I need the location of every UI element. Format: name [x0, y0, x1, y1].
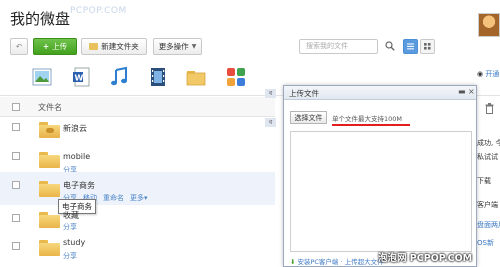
file-name[interactable]: 收藏 [63, 210, 79, 221]
more-actions-label: 更多操作 [158, 42, 189, 51]
apps-category-icon[interactable] [225, 66, 247, 88]
select-all-checkbox[interactable] [12, 103, 20, 111]
column-header-name[interactable]: 文件名 [38, 102, 62, 113]
more-actions-button[interactable]: 更多操作 ▼ [153, 38, 202, 55]
back-button[interactable]: ↶ [10, 38, 28, 55]
page: 我的微盘 PCPOP.COM ↶ + 上传 新建文件夹 更多操作 ▼ 搜索我的文… [0, 0, 500, 267]
new-folder-label: 新建文件夹 [101, 42, 139, 51]
folder-icon [39, 152, 60, 168]
sidebar-snippet: 下载 [477, 177, 491, 185]
row-checkbox[interactable] [12, 123, 20, 131]
row-checkbox[interactable] [12, 181, 20, 189]
background-tab: ব [265, 118, 276, 127]
sidebar-snippet: 成功, 今 [477, 139, 500, 147]
share-link[interactable]: 分享 [63, 251, 77, 261]
download-icon: ⬇ [290, 258, 296, 266]
cloud-folder-icon [39, 122, 60, 138]
sidebar-snippet: 客户端 [477, 201, 498, 209]
dialog-title-bar[interactable]: 上传文件 ▬ × [284, 86, 476, 100]
file-name[interactable]: study [63, 238, 85, 247]
sidebar-snippet[interactable]: OS新 [477, 238, 494, 248]
rename-action[interactable]: 重命名 [103, 193, 124, 203]
more-action[interactable]: 更多▾ [130, 193, 148, 203]
row-checkbox[interactable] [12, 152, 20, 160]
close-icon[interactable]: × [468, 87, 475, 96]
row-checkbox[interactable] [12, 242, 20, 250]
chevron-down-icon: ▼ [191, 43, 197, 50]
choose-file-button[interactable]: 选择文件 [290, 111, 327, 124]
back-icon: ↶ [15, 42, 23, 51]
grid-view-icon[interactable] [420, 39, 435, 54]
share-link[interactable]: 分享 [63, 222, 77, 232]
sidebar-snippet: 私试试 [477, 153, 498, 161]
svg-text:W: W [75, 74, 84, 83]
avatar[interactable] [478, 13, 500, 37]
upload-button[interactable]: + 上传 [33, 38, 77, 55]
trash-icon[interactable] [485, 103, 494, 114]
list-view-icon[interactable] [403, 39, 418, 54]
search-icon[interactable] [385, 41, 395, 51]
search-input[interactable]: 搜索我的文件 [299, 39, 378, 54]
background-tab: ব [265, 89, 276, 98]
folder-category-icon[interactable] [185, 66, 207, 88]
dialog-title: 上传文件 [289, 89, 319, 98]
watermark-bottom: 泡泡网 PCPOP.COM [378, 253, 473, 264]
minimize-icon[interactable]: ▬ [458, 87, 466, 96]
open-member-link[interactable]: ◉ 开通会员 [477, 69, 500, 79]
row-checkbox[interactable] [12, 214, 20, 222]
folder-icon [39, 212, 60, 228]
size-limit-text: 单个文件最大支持100M [332, 115, 403, 123]
file-name[interactable]: 新浪云 [63, 123, 87, 134]
folder-icon [39, 240, 60, 256]
image-category-icon[interactable] [31, 66, 53, 88]
watermark-top: PCPOP.COM [70, 6, 127, 16]
file-name[interactable]: 电子商务 [63, 180, 95, 191]
folder-plus-icon [89, 43, 99, 50]
page-title: 我的微盘 [10, 10, 71, 28]
upload-label: 上传 [52, 42, 68, 51]
document-category-icon[interactable]: W [71, 66, 93, 88]
video-category-icon[interactable] [147, 66, 169, 88]
file-name[interactable]: mobile [63, 152, 90, 161]
upload-queue-area[interactable] [290, 131, 472, 252]
new-folder-button[interactable]: 新建文件夹 [81, 38, 147, 55]
member-icon: ◉ [477, 70, 484, 78]
highlight-underline [332, 124, 410, 126]
sidebar-snippet[interactable]: 盘面两用 [477, 220, 500, 230]
install-client-link[interactable]: ⬇ 安装PC客户端 · 上传超大文件 [290, 256, 384, 266]
upload-dialog: 上传文件 ▬ × 选择文件 单个文件最大支持100M ⬇ 安装PC客户端 · 上传… [283, 85, 477, 267]
folder-icon [39, 181, 60, 197]
plus-icon: + [42, 42, 50, 51]
music-category-icon[interactable] [108, 66, 130, 88]
